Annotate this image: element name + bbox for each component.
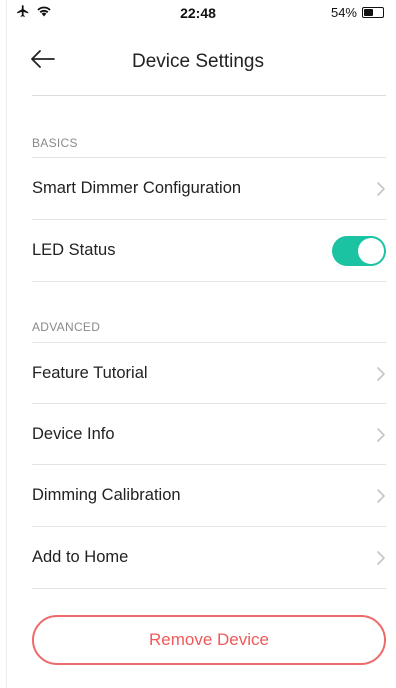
battery-percent: 54% (330, 5, 357, 20)
row-label: Dimming Calibration (32, 486, 181, 504)
led-status-toggle[interactable] (332, 235, 386, 266)
status-bar: 22:48 54% (0, 0, 396, 28)
chevron-right-icon (377, 366, 385, 381)
row-label: LED Status (32, 241, 116, 259)
row-device-info[interactable]: Device Info (32, 403, 386, 465)
section-label-advanced: ADVANCED (32, 320, 101, 334)
remove-device-button[interactable]: Remove Device (32, 615, 386, 665)
row-label: Add to Home (32, 548, 129, 566)
row-smart-dimmer-configuration[interactable]: Smart Dimmer Configuration (32, 157, 386, 219)
header-divider (32, 95, 386, 96)
section-divider (32, 281, 386, 282)
row-add-to-home[interactable]: Add to Home (32, 526, 386, 588)
row-feature-tutorial[interactable]: Feature Tutorial (32, 342, 386, 404)
nav-header: Device Settings (0, 42, 396, 82)
row-label: Device Info (32, 425, 115, 443)
row-label: Feature Tutorial (32, 364, 148, 382)
status-right: 54% (331, 5, 384, 20)
row-label: Smart Dimmer Configuration (32, 179, 242, 197)
chevron-right-icon (377, 181, 385, 196)
page-title: Device Settings (131, 51, 264, 72)
chevron-right-icon (377, 427, 385, 442)
battery-fill (364, 9, 373, 16)
chevron-right-icon (377, 488, 385, 503)
battery-icon (362, 7, 384, 18)
row-dimming-calibration[interactable]: Dimming Calibration (32, 464, 386, 526)
chevron-right-icon (377, 550, 385, 565)
row-led-status: LED Status (32, 219, 386, 281)
list-end-divider (32, 588, 386, 589)
section-label-basics: BASICS (32, 136, 78, 150)
toggle-knob (358, 237, 384, 264)
